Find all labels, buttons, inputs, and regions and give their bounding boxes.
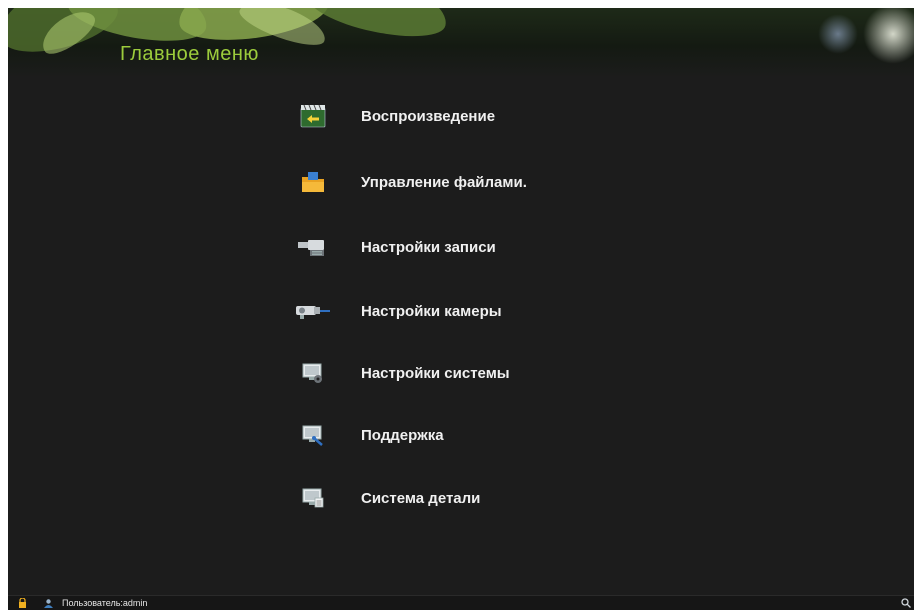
menu-item-file-management[interactable]: Управление файлами. bbox=[291, 164, 651, 200]
menu-item-record-settings[interactable]: Настройки записи bbox=[291, 229, 651, 265]
menu-item-maintenance[interactable]: Поддержка bbox=[291, 417, 651, 453]
menu-item-label: Воспроизведение bbox=[361, 107, 496, 125]
system-info-icon bbox=[291, 483, 335, 513]
current-user-label: Пользователь:admin bbox=[62, 598, 148, 608]
lock-icon[interactable] bbox=[16, 597, 28, 609]
system-settings-icon bbox=[291, 358, 335, 388]
menu-item-camera-settings[interactable]: Настройки камеры bbox=[291, 293, 651, 329]
menu-item-label: Настройки системы bbox=[361, 364, 510, 382]
user-icon bbox=[42, 597, 54, 609]
menu-item-label: Управление файлами. bbox=[361, 173, 527, 191]
menu-item-label: Настройки камеры bbox=[361, 302, 502, 320]
camera-icon bbox=[291, 296, 335, 326]
page-title: Главное меню bbox=[120, 43, 259, 65]
menu-item-system-settings[interactable]: Настройки системы bbox=[291, 355, 651, 391]
playback-icon bbox=[291, 101, 335, 131]
menu-item-label: Система детали bbox=[361, 489, 481, 507]
menu-item-system-info[interactable]: Система детали bbox=[291, 480, 651, 516]
dvr-screen: Главное меню Воспроизведение Управление … bbox=[8, 8, 914, 610]
menu-item-playback[interactable]: Воспроизведение bbox=[291, 98, 651, 134]
search-icon[interactable] bbox=[900, 597, 912, 609]
status-bar: Пользователь:admin bbox=[8, 595, 914, 610]
header-banner: Главное меню bbox=[8, 8, 914, 78]
record-camera-icon bbox=[291, 232, 335, 262]
folder-icon bbox=[291, 167, 335, 197]
maintenance-icon bbox=[291, 420, 335, 450]
menu-item-label: Поддержка bbox=[361, 426, 444, 444]
menu-item-label: Настройки записи bbox=[361, 238, 496, 256]
